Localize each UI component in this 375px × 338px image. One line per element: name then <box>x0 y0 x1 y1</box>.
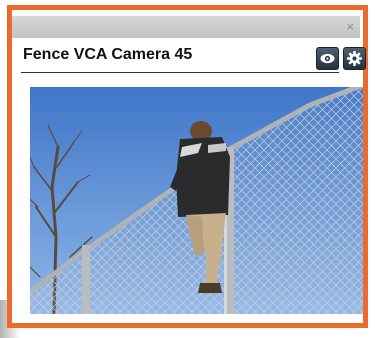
camera-title: Fence VCA Camera 45 <box>23 46 193 63</box>
eye-icon <box>320 53 335 64</box>
gear-icon <box>347 51 362 66</box>
settings-button[interactable] <box>343 47 366 70</box>
close-button[interactable]: × <box>346 19 354 35</box>
title-divider <box>21 72 339 73</box>
widget-titlebar[interactable]: × <box>12 16 360 38</box>
camera-scene <box>30 87 363 314</box>
view-camera-button[interactable] <box>316 47 339 70</box>
camera-feed-image <box>30 87 363 314</box>
